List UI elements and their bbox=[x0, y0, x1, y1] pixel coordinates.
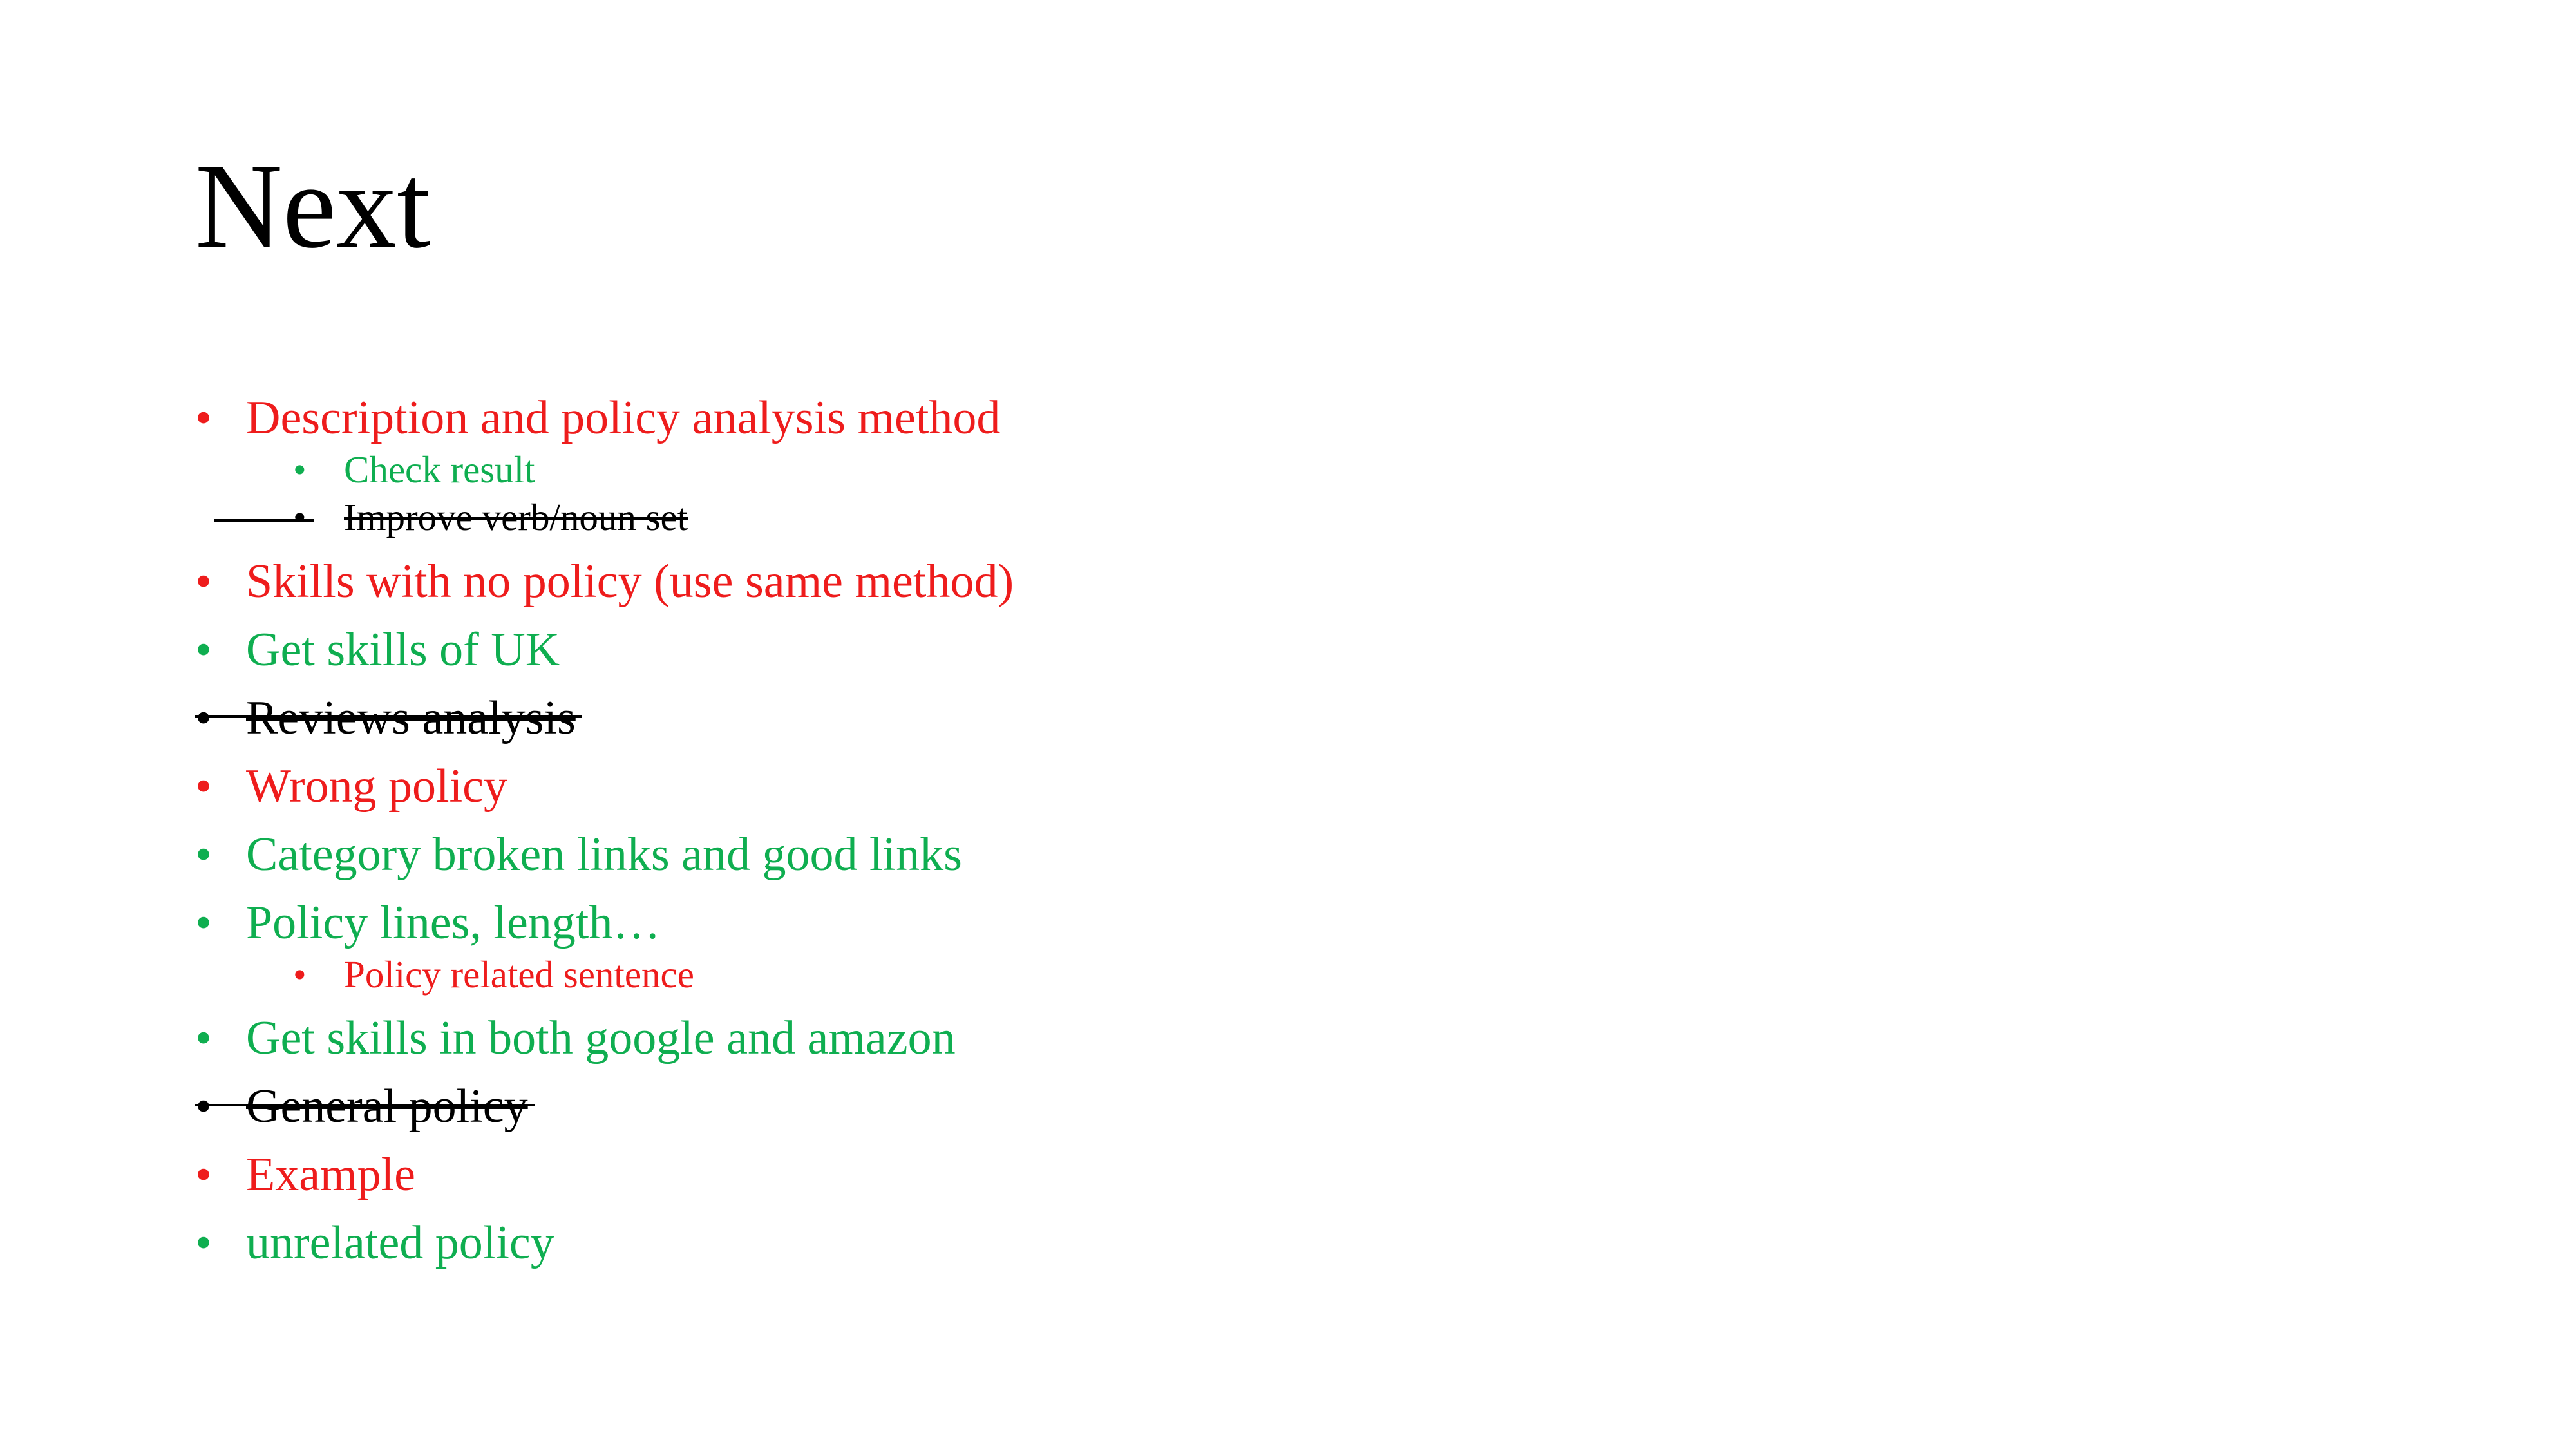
bullet-icon: • bbox=[195, 692, 212, 744]
bullet-item-skills-no-policy: • Skills with no policy (use same method… bbox=[195, 558, 1014, 605]
bullet-item-reviews-analysis: • Reviews analysis bbox=[195, 694, 576, 742]
bullet-item-label: Skills with no policy (use same method) bbox=[246, 555, 1014, 608]
bullet-icon: • bbox=[293, 496, 307, 538]
bullet-item-label: Reviews analysis bbox=[246, 692, 576, 744]
bullet-item-example: • Example bbox=[195, 1151, 415, 1198]
bullet-icon: • bbox=[293, 448, 307, 491]
bullet-item-label: Improve verb/noun set bbox=[344, 496, 688, 538]
bullet-item-label: unrelated policy bbox=[246, 1217, 554, 1269]
bullet-item-label: Description and policy analysis method bbox=[246, 392, 1001, 444]
bullet-item-label: Example bbox=[246, 1148, 416, 1201]
bullet-item-general-policy: • General policy bbox=[195, 1083, 528, 1130]
slide-title: Next bbox=[195, 138, 431, 273]
bullet-item-label: Get skills of UK bbox=[246, 623, 560, 676]
bullet-item-label: Policy related sentence bbox=[344, 953, 694, 996]
bullet-item-label: Wrong policy bbox=[246, 760, 507, 813]
bullet-icon: • bbox=[195, 1012, 212, 1065]
bullet-icon: • bbox=[195, 623, 212, 676]
bullet-item-label: General policy bbox=[246, 1080, 528, 1133]
bullet-icon: • bbox=[195, 392, 212, 444]
bullet-item-category-links: • Category broken links and good links bbox=[195, 831, 962, 878]
bullet-item-unrelated-policy: • unrelated policy bbox=[195, 1219, 554, 1267]
bullet-icon: • bbox=[195, 828, 212, 881]
sub-bullet-item-policy-related-sentence: • Policy related sentence bbox=[293, 956, 694, 994]
bullet-item-description-policy-analysis: • Description and policy analysis method bbox=[195, 394, 1000, 442]
bullet-item-google-amazon: • Get skills in both google and amazon bbox=[195, 1014, 956, 1062]
sub-bullet-item-check-result: • Check result bbox=[293, 451, 535, 489]
bullet-item-label: Policy lines, length… bbox=[246, 896, 661, 949]
bullet-icon: • bbox=[195, 760, 212, 813]
bullet-item-get-skills-uk: • Get skills of UK bbox=[195, 626, 560, 674]
sub-bullet-item-improve-verb-noun-set: • Improve verb/noun set bbox=[293, 498, 688, 536]
bullet-icon: • bbox=[195, 1080, 212, 1133]
bullet-item-label: Check result bbox=[344, 448, 535, 491]
bullet-item-policy-lines-length: • Policy lines, length… bbox=[195, 899, 660, 947]
bullet-icon: • bbox=[195, 555, 212, 608]
bullet-item-label: Category broken links and good links bbox=[246, 828, 962, 881]
bullet-item-label: Get skills in both google and amazon bbox=[246, 1012, 956, 1065]
bullet-icon: • bbox=[293, 953, 307, 996]
bullet-item-wrong-policy: • Wrong policy bbox=[195, 762, 507, 810]
slide: Next • Description and policy analysis m… bbox=[0, 0, 2576, 1449]
bullet-icon: • bbox=[195, 896, 212, 949]
bullet-icon: • bbox=[195, 1148, 212, 1201]
bullet-icon: • bbox=[195, 1217, 212, 1269]
